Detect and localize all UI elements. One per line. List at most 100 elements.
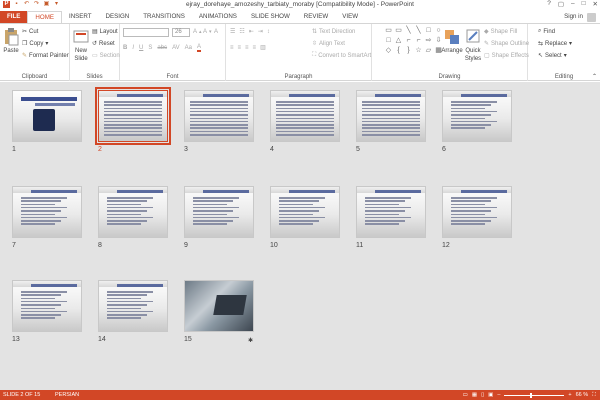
help-icon[interactable]: ? xyxy=(547,0,551,8)
zoom-level[interactable]: 66 % xyxy=(576,390,589,400)
underline-button[interactable]: U xyxy=(139,45,143,51)
font-color-button[interactable]: A xyxy=(196,44,201,52)
justify-icon[interactable]: ≡ xyxy=(253,45,257,51)
arrange-button[interactable]: Arrange xyxy=(441,28,463,54)
slide-thumbnail[interactable] xyxy=(442,90,512,142)
tab-home[interactable]: HOME xyxy=(27,11,62,23)
sign-in-link[interactable]: Sign in xyxy=(564,11,583,23)
quick-styles-button[interactable]: Quick Styles xyxy=(464,28,482,62)
slide-thumbnail[interactable] xyxy=(98,280,168,332)
tab-file[interactable]: FILE xyxy=(0,11,28,23)
reset-button[interactable]: ↺ Reset xyxy=(92,40,115,48)
language-indicator[interactable]: PERSIAN xyxy=(55,390,79,400)
zoom-slider[interactable] xyxy=(504,392,565,398)
shape-option[interactable]: ⌐ xyxy=(404,36,413,45)
shrink-font-icon[interactable]: A ▾ xyxy=(203,29,212,35)
clear-format-icon[interactable]: A xyxy=(214,29,218,35)
tab-review[interactable]: REVIEW xyxy=(297,11,335,23)
slideshow-view-icon[interactable]: ▣ xyxy=(488,390,493,400)
shape-option[interactable]: ▱ xyxy=(424,46,433,55)
shape-option[interactable]: ⌐ xyxy=(414,36,423,45)
shape-effects-button[interactable]: ▢ Shape Effects xyxy=(484,52,529,60)
slide-thumbnail[interactable] xyxy=(184,90,254,142)
slide-thumbnail[interactable] xyxy=(12,280,82,332)
font-size-combo[interactable]: 26 xyxy=(172,28,190,37)
shape-option[interactable]: ☆ xyxy=(414,46,423,55)
replace-button[interactable]: ⇆ Replace ▾ xyxy=(538,40,572,48)
shape-option[interactable]: ╲ xyxy=(404,26,413,35)
tab-insert[interactable]: INSERT xyxy=(62,11,99,23)
align-text-button[interactable]: ⇳ Align Text xyxy=(312,40,345,48)
collapse-ribbon-icon[interactable]: ⌃ xyxy=(592,73,597,80)
align-right-icon[interactable]: ≡ xyxy=(245,45,249,51)
shape-option[interactable]: ╲ xyxy=(414,26,423,35)
zoom-knob[interactable] xyxy=(530,392,533,398)
italic-button[interactable]: I xyxy=(132,45,134,51)
increase-indent-icon[interactable]: ⇥ xyxy=(258,28,263,35)
zoom-in-icon[interactable]: + xyxy=(568,390,571,400)
copy-button[interactable]: ❐ Copy ▾ xyxy=(22,40,48,48)
shape-fill-button[interactable]: ◆ Shape Fill xyxy=(484,28,517,36)
slide-thumbnail[interactable] xyxy=(356,90,426,142)
section-button[interactable]: ▭ Section xyxy=(92,52,120,60)
shape-option[interactable]: □ xyxy=(384,36,393,45)
spacing-button[interactable]: AV xyxy=(172,45,180,51)
transition-star-icon[interactable]: ✱ xyxy=(248,337,253,344)
format-painter-button[interactable]: ✎ Format Painter xyxy=(22,52,69,60)
tab-design[interactable]: DESIGN xyxy=(99,11,137,23)
fit-slide-icon[interactable]: ⛶ xyxy=(592,390,596,400)
line-spacing-icon[interactable]: ↕ xyxy=(267,29,270,35)
ribbon-display-icon[interactable]: ▢ xyxy=(558,0,564,8)
cut-button[interactable]: ✂ Cut xyxy=(22,28,38,36)
strikethrough-button[interactable]: abc xyxy=(157,45,167,51)
layout-button[interactable]: ▤ Layout xyxy=(92,28,118,36)
align-left-icon[interactable]: ≡ xyxy=(230,45,234,51)
zoom-out-icon[interactable]: – xyxy=(497,390,500,400)
maximize-icon[interactable]: □ xyxy=(582,0,586,8)
shape-outline-button[interactable]: ✎ Shape Outline xyxy=(484,40,529,48)
find-button[interactable]: ⌕ Find xyxy=(538,28,555,35)
tab-animations[interactable]: ANIMATIONS xyxy=(192,11,244,23)
reading-view-icon[interactable]: ▯ xyxy=(481,390,484,400)
slide-thumbnail[interactable] xyxy=(12,186,82,238)
user-avatar-icon[interactable] xyxy=(587,12,596,22)
shadow-button[interactable]: S xyxy=(148,45,152,51)
minimize-icon[interactable]: – xyxy=(571,0,575,8)
shape-option[interactable]: ▭ xyxy=(394,26,403,35)
font-name-combo[interactable] xyxy=(123,28,169,37)
slide-thumbnail[interactable] xyxy=(184,280,254,332)
align-center-icon[interactable]: ≡ xyxy=(238,45,242,51)
shapes-gallery[interactable]: ▭ ▭ ╲ ╲ □ ○ □ △ ⌐ ⌐ ⇨ ⇩ ◇{} ☆ ▱ ▦ xyxy=(384,26,442,64)
shape-option[interactable]: △ xyxy=(394,36,403,45)
slide-thumbnail[interactable] xyxy=(95,87,171,145)
shape-option[interactable]: ◇ xyxy=(384,46,393,55)
decrease-indent-icon[interactable]: ⇤ xyxy=(249,28,254,35)
tab-view[interactable]: VIEW xyxy=(335,11,365,23)
slide-thumbnail[interactable] xyxy=(442,186,512,238)
shape-option[interactable]: □ xyxy=(424,26,433,35)
shape-option[interactable]: { xyxy=(394,46,403,55)
numbering-icon[interactable]: ☷ xyxy=(239,28,244,35)
columns-icon[interactable]: ▥ xyxy=(260,44,266,51)
paste-button[interactable]: Paste xyxy=(3,28,19,54)
bullets-icon[interactable]: ☰ xyxy=(230,28,235,35)
text-direction-button[interactable]: ⇅ Text Direction xyxy=(312,28,355,36)
bold-button[interactable]: B xyxy=(123,45,127,51)
shape-option[interactable]: ▭ xyxy=(384,26,393,35)
slide-thumbnail[interactable] xyxy=(270,186,340,238)
convert-smartart-button[interactable]: ⛶ Convert to SmartArt xyxy=(312,52,371,59)
sorter-view-icon[interactable]: ▦ xyxy=(472,390,477,400)
slide-thumbnail[interactable] xyxy=(356,186,426,238)
tab-transitions[interactable]: TRANSITIONS xyxy=(136,11,192,23)
slide-thumbnail[interactable] xyxy=(12,90,82,142)
slide-thumbnail[interactable] xyxy=(184,186,254,238)
grow-font-icon[interactable]: A ▴ xyxy=(193,29,202,35)
shape-option[interactable]: ⇨ xyxy=(424,36,433,45)
shape-option[interactable]: } xyxy=(404,46,413,55)
change-case-button[interactable]: Aa xyxy=(185,45,192,51)
select-button[interactable]: ↖ Select ▾ xyxy=(538,52,567,60)
normal-view-icon[interactable]: ▭ xyxy=(463,390,468,400)
tab-slide-show[interactable]: SLIDE SHOW xyxy=(244,11,297,23)
slide-thumbnail[interactable] xyxy=(270,90,340,142)
close-icon[interactable]: ✕ xyxy=(593,0,598,8)
